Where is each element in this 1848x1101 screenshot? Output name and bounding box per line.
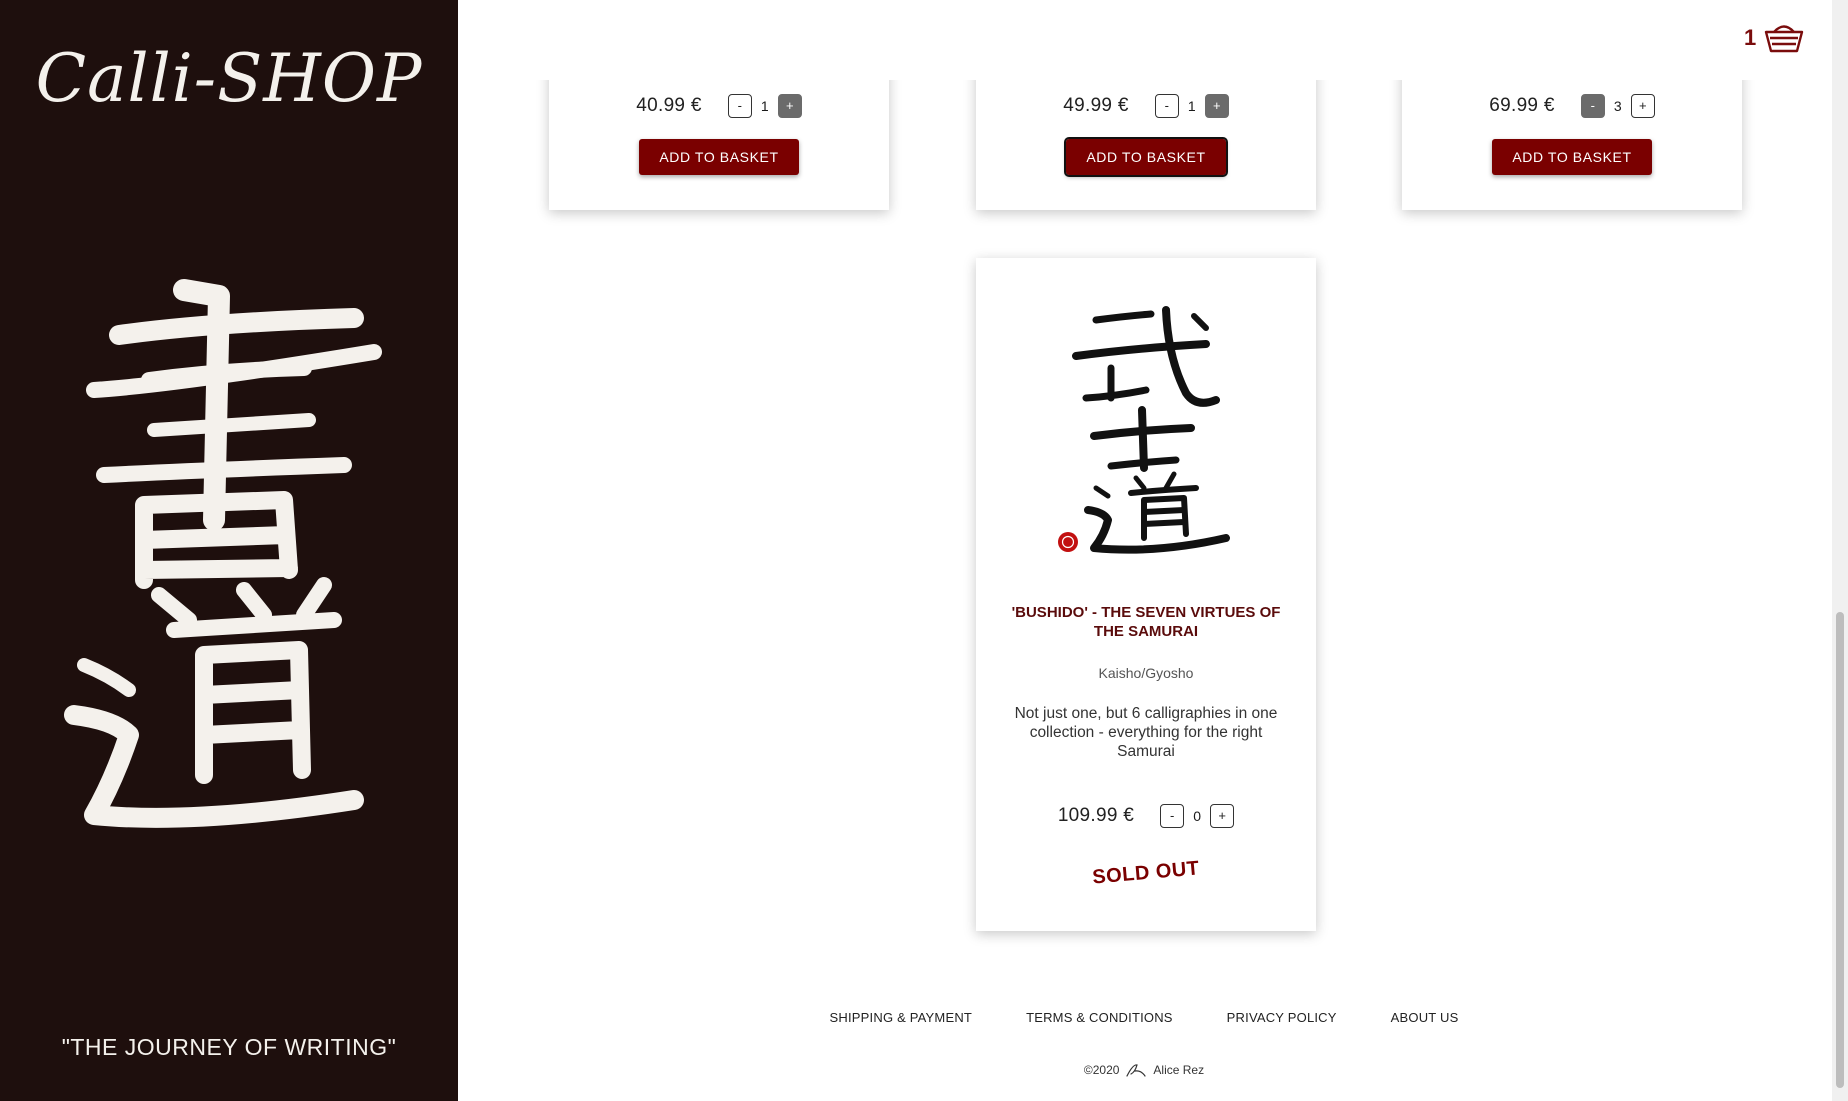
increase-quantity-button[interactable]: + [1630,94,1655,118]
increase-quantity-button[interactable]: + [1210,804,1235,828]
add-row: ADD TO BASKET [1402,139,1742,175]
price-row: 40.99 € - 1 + [549,94,889,118]
header-strip [458,0,1832,80]
increase-quantity-button[interactable]: + [777,94,802,118]
product-price: 69.99 € [1489,95,1555,116]
product-style: Kaisho/Gyosho [1098,665,1194,681]
sold-out-label: SOLD OUT [1091,857,1201,889]
price-row: 69.99 € - 3 + [1402,94,1742,118]
copyright: ©2020 Alice Rez [458,1062,1830,1078]
quantity-value: 3 [1613,98,1622,114]
price-row: 109.99 € - 0 + [976,804,1316,828]
footer-link-shipping[interactable]: SHIPPING & PAYMENT [830,1010,973,1025]
product-card-bushido: 'BUSHIDO' - THE SEVEN VIRTUES OF THE SAM… [976,258,1316,931]
add-row: ADD TO BASKET [549,139,889,175]
basket-button[interactable]: 1 [1744,20,1836,56]
basket-count: 1 [1744,25,1757,50]
add-to-basket-button[interactable]: ADD TO BASKET [1492,139,1652,175]
sidebar: Calli-SHOP "THE JOURNEY OF WRITING" [0,0,458,1101]
increase-quantity-button[interactable]: + [1204,94,1229,118]
product-price: 49.99 € [1063,95,1129,116]
quantity-value: 1 [760,98,769,114]
footer-link-privacy[interactable]: PRIVACY POLICY [1227,1010,1337,1025]
add-row: ADD TO BASKET [976,137,1316,177]
product-price: 109.99 € [1057,805,1135,826]
footer-link-about[interactable]: ABOUT US [1391,1010,1459,1025]
quantity-value: 0 [1193,808,1202,824]
scrollbar-thumb[interactable] [1836,612,1844,1088]
basket-icon [1765,25,1804,53]
bushido-calligraphy-image [1058,306,1230,554]
product-price: 40.99 € [636,95,702,116]
shodo-calligraphy [64,279,382,828]
product-title[interactable]: 'BUSHIDO' - THE SEVEN VIRTUES OF THE SAM… [1002,603,1290,641]
footer-link-terms[interactable]: TERMS & CONDITIONS [1026,1010,1173,1025]
decrease-quantity-button[interactable]: - [727,94,752,118]
brand-logo[interactable]: Calli-SHOP [0,40,458,117]
product-description: Not just one, but 6 calligraphies in one… [1014,705,1278,760]
decrease-quantity-button[interactable]: - [1154,94,1179,118]
add-to-basket-button[interactable]: ADD TO BASKET [1064,137,1228,177]
price-row: 49.99 € - 1 + [976,94,1316,118]
page-scrollbar[interactable] [1832,0,1848,1101]
signature-logo-icon [1126,1064,1147,1077]
copyright-author: Alice Rez [1153,1063,1205,1077]
decrease-quantity-button[interactable]: - [1580,94,1605,118]
copyright-year: ©2020 [1083,1063,1120,1077]
footer-nav: SHIPPING & PAYMENT TERMS & CONDITIONS PR… [458,1010,1830,1025]
add-to-basket-button[interactable]: ADD TO BASKET [639,139,799,175]
quantity-value: 1 [1187,98,1196,114]
decrease-quantity-button[interactable]: - [1160,804,1185,828]
tagline: "THE JOURNEY OF WRITING" [61,1034,397,1060]
